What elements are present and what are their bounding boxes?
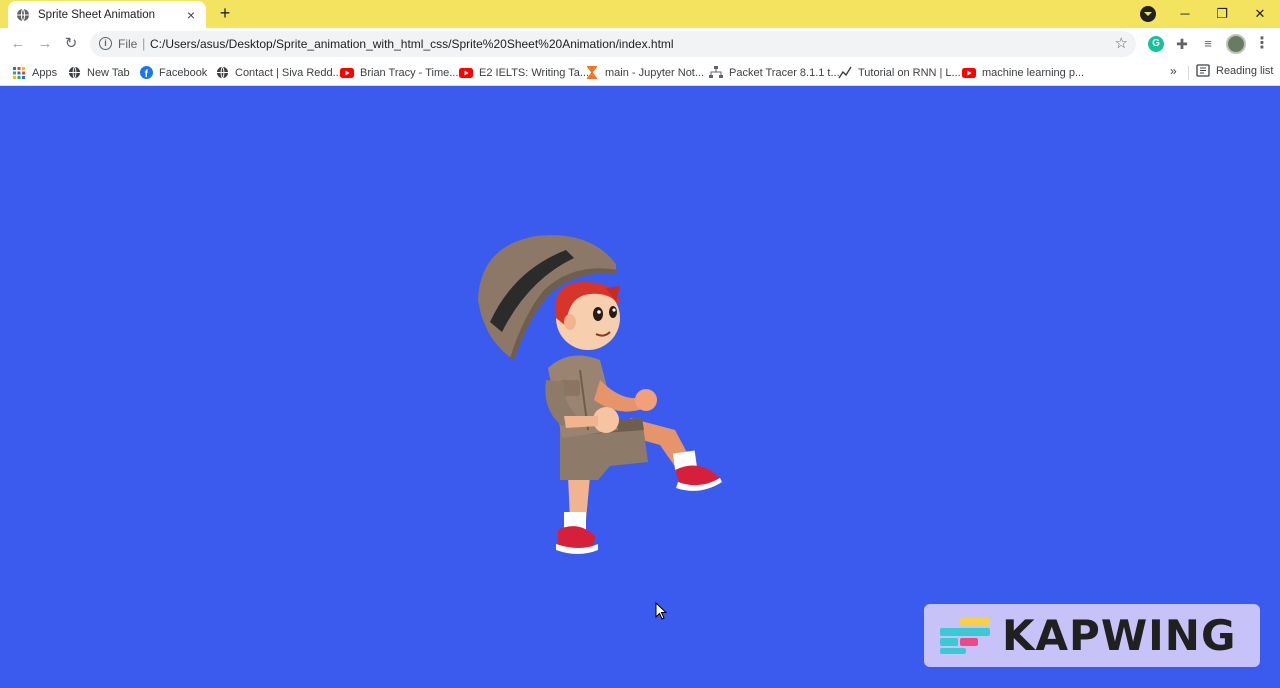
walking-boy-sprite: [478, 235, 722, 554]
more-bookmarks-button[interactable]: »: [1170, 64, 1177, 78]
facebook-icon: f: [139, 66, 153, 80]
svg-text:f: f: [144, 69, 148, 79]
bookmark-label: Contact | Siva Redd...: [235, 66, 342, 79]
bookmark-contact[interactable]: Contact | Siva Redd...: [215, 64, 342, 81]
browser-tab[interactable]: Sprite Sheet Animation ×: [8, 1, 206, 28]
browser-toolbar: ← → ↻ i File | C:/Users/asus/Desktop/Spr…: [0, 28, 1280, 59]
browser-menu-icon[interactable]: ⋮: [1254, 34, 1270, 54]
address-separator: |: [142, 36, 146, 51]
extensions-puzzle-icon[interactable]: ✚: [1174, 36, 1190, 52]
address-bar[interactable]: i File | C:/Users/asus/Desktop/Sprite_an…: [90, 31, 1136, 57]
back-button[interactable]: ←: [8, 34, 28, 54]
network-icon: [709, 66, 723, 80]
bookmark-jupyter[interactable]: main - Jupyter Not...: [585, 64, 704, 81]
tab-search-icon[interactable]: [1140, 6, 1156, 22]
mouse-cursor-icon: [655, 602, 667, 620]
bookmarks-bar: Apps New Tab f Facebook Contact | Siva R…: [0, 59, 1280, 86]
hourglass-icon: [585, 66, 599, 80]
bookmark-apps[interactable]: Apps: [12, 64, 57, 81]
minimize-button[interactable]: ─: [1175, 4, 1195, 24]
page-canvas: KAPWING: [0, 86, 1280, 688]
bookmark-new-tab[interactable]: New Tab: [67, 64, 130, 81]
grammarly-extension-icon[interactable]: G: [1148, 36, 1164, 52]
bookmark-rnn-tutorial[interactable]: Tutorial on RNN | L...: [838, 64, 961, 81]
url-text[interactable]: C:/Users/asus/Desktop/Sprite_animation_w…: [150, 37, 674, 51]
reading-list-button[interactable]: Reading list: [1196, 64, 1273, 78]
tab-title: Sprite Sheet Animation: [38, 8, 155, 21]
youtube-icon: [459, 66, 473, 80]
chart-line-icon: [838, 66, 852, 80]
bookmark-label: New Tab: [87, 66, 130, 79]
bookmark-brian-tracy[interactable]: Brian Tracy - Time...: [340, 64, 458, 81]
bookmark-label: main - Jupyter Not...: [605, 66, 705, 79]
site-info-icon[interactable]: i: [99, 37, 112, 50]
profile-avatar[interactable]: [1226, 34, 1246, 54]
globe-icon: [16, 8, 30, 22]
kapwing-watermark: KAPWING: [924, 604, 1260, 667]
bookmark-label: machine learning p...: [982, 66, 1085, 79]
tab-strip: Sprite Sheet Animation × + ─ ❐ ✕: [0, 0, 1280, 28]
watermark-brand-text: KAPWING: [1002, 610, 1237, 660]
bookmark-ielts[interactable]: E2 IELTS: Writing Ta...: [459, 64, 589, 81]
youtube-icon: [962, 66, 976, 80]
bookmark-label: Apps: [32, 66, 58, 79]
bookmark-label: Tutorial on RNN | L...: [858, 66, 961, 79]
bookmark-star-icon[interactable]: ☆: [1115, 34, 1128, 52]
bookmark-label: Packet Tracer 8.1.1 t...: [729, 66, 840, 79]
reload-button[interactable]: ↻: [61, 34, 81, 54]
forward-button[interactable]: →: [35, 34, 55, 54]
globe-icon: [67, 66, 81, 80]
bookmark-label: Facebook: [159, 66, 208, 79]
bookmark-label: Brian Tracy - Time...: [360, 66, 459, 79]
bookmark-machine-learning[interactable]: machine learning p...: [962, 64, 1084, 81]
youtube-icon: [340, 66, 354, 80]
apps-grid-icon: [12, 66, 26, 80]
bookmark-packet-tracer[interactable]: Packet Tracer 8.1.1 t...: [709, 64, 840, 81]
reading-list-icon: [1196, 64, 1210, 78]
tab-close-icon[interactable]: ×: [184, 8, 198, 22]
globe-icon: [215, 66, 229, 80]
close-window-button[interactable]: ✕: [1250, 4, 1270, 24]
bookmarks-divider: [1188, 66, 1189, 80]
media-control-icon[interactable]: ≡: [1200, 36, 1216, 52]
kapwing-logo-icon: [938, 616, 992, 656]
new-tab-button[interactable]: +: [216, 4, 234, 23]
reading-list-label: Reading list: [1216, 65, 1274, 77]
bookmark-label: E2 IELTS: Writing Ta...: [479, 66, 590, 79]
scheme-label: File: [118, 37, 138, 51]
restore-button[interactable]: ❐: [1212, 4, 1232, 24]
bookmark-facebook[interactable]: f Facebook: [139, 64, 207, 81]
